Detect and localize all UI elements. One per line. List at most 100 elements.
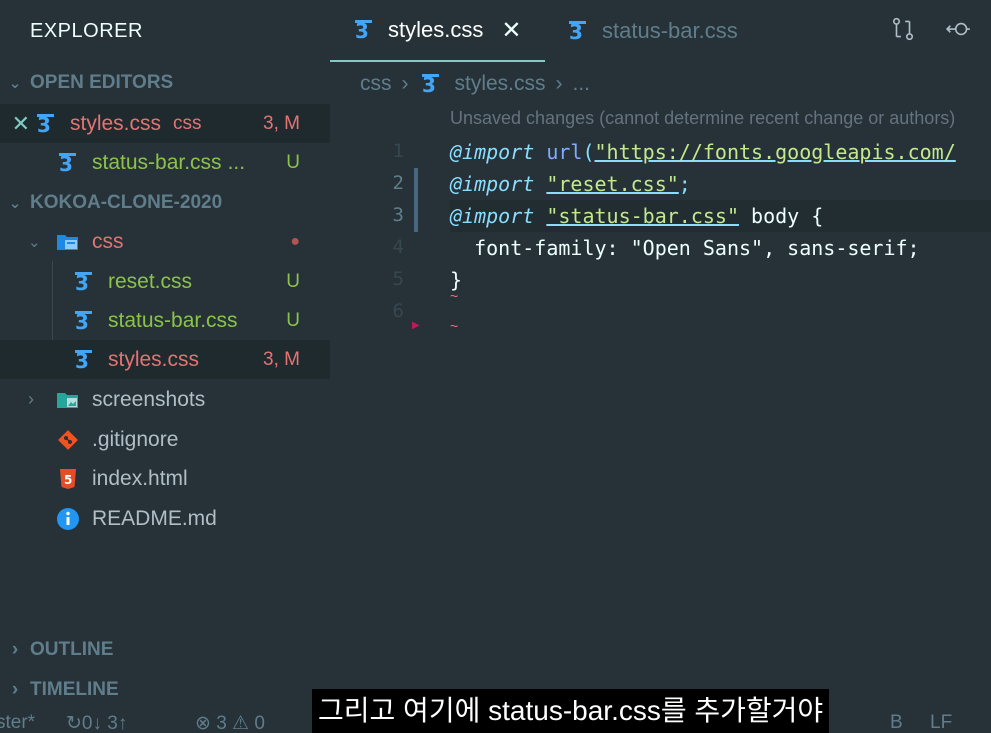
chevron-right-icon: › (11, 639, 19, 660)
file-name: README.md (92, 506, 217, 530)
file-styles-css[interactable]: 3 styles.css 3, M (0, 340, 330, 379)
git-status-badge: U (286, 309, 300, 331)
chevron-down-icon: ⌄ (28, 233, 41, 251)
folder-name: css (92, 229, 124, 253)
info-icon (56, 507, 80, 531)
css-file-icon: 3 (72, 309, 96, 334)
outline-header[interactable]: › OUTLINE (0, 634, 330, 666)
tab-styles-css[interactable]: 3 styles.css ✕ (330, 0, 545, 62)
chevron-right-icon: › (11, 679, 19, 700)
problems-count[interactable]: ⊗ 3 ⚠ 0 (195, 712, 265, 733)
line-number: 6 (392, 300, 404, 322)
code-punctuation: ; (678, 172, 691, 196)
breadcrumb-more[interactable]: ... (573, 72, 591, 96)
codelens-hint[interactable]: Unsaved changes (cannot determine recent… (450, 108, 955, 129)
line-number: 4 (392, 236, 404, 258)
close-icon[interactable]: ✕ (0, 111, 30, 137)
tab-label: status-bar.css (602, 18, 738, 43)
file-status-bar-css[interactable]: 3 status-bar.css U (0, 301, 330, 340)
chevron-down-icon: ⌄ (8, 75, 22, 92)
image-folder-icon (56, 388, 80, 412)
folder-name: screenshots (92, 387, 206, 411)
code-keyword: @import (450, 172, 535, 196)
code-string: "https://fonts.googleapis.com/ (594, 140, 956, 164)
line-number: 3 (392, 204, 404, 226)
file-index-html[interactable]: 5 index.html (0, 459, 330, 498)
timeline-back-icon[interactable] (944, 16, 974, 46)
folder-css[interactable]: ⌄ css ● (0, 222, 330, 261)
file-name: styles.css (108, 347, 200, 371)
git-branch[interactable]: ster* (0, 712, 35, 733)
line-ending[interactable]: LF (930, 712, 952, 733)
git-icon (56, 428, 80, 452)
code-punctuation: ( (582, 140, 595, 164)
code-text: body { (739, 204, 824, 228)
open-editor-styles[interactable]: ✕ 3 styles.css css 3, M (0, 104, 330, 143)
css-file-icon: 3 (419, 72, 443, 97)
code-keyword: @import (450, 140, 535, 164)
open-editor-filename: status-bar.css (92, 150, 222, 174)
timeline-label: TIMELINE (30, 679, 119, 700)
css-file-icon: 3 (72, 348, 96, 373)
file-gitignore[interactable]: .gitignore (0, 420, 330, 459)
html-file-icon: 5 (56, 467, 80, 491)
code-line-4: font-family: "Open Sans", sans-serif; (450, 236, 920, 260)
close-icon[interactable]: ✕ (501, 16, 521, 45)
compare-changes-icon[interactable] (888, 16, 918, 46)
code-keyword: @import (450, 204, 535, 228)
code-editor[interactable]: Unsaved changes (cannot determine recent… (330, 104, 991, 694)
open-editor-ellipsis: ... (227, 150, 246, 174)
open-editor-filename: styles.css (70, 111, 162, 135)
css-file-icon: 3 (56, 151, 80, 176)
chevron-right-icon: › (401, 72, 409, 95)
timeline-header[interactable]: › TIMELINE (0, 674, 330, 706)
git-status-badge: 3, M (263, 112, 300, 134)
fold-arrow-icon[interactable]: ▶ (412, 320, 420, 331)
file-name: status-bar.css (108, 308, 238, 332)
line-number: 2 (392, 172, 404, 194)
git-status-badge: 3, M (263, 348, 300, 370)
encoding[interactable]: B (890, 712, 903, 733)
breadcrumb: css › 3 styles.css › ... (360, 68, 590, 100)
project-label: KOKOA-CLONE-2020 (30, 192, 223, 213)
error-squiggle: ~ (450, 288, 459, 304)
open-editors-header[interactable]: ⌄ OPEN EDITORS (0, 67, 330, 99)
chevron-right-icon: › (28, 389, 34, 409)
file-readme[interactable]: README.md (0, 499, 330, 538)
error-squiggle: ~ (450, 318, 459, 334)
breadcrumb-folder[interactable]: css (360, 72, 392, 96)
open-editors-label: OPEN EDITORS (30, 72, 174, 93)
video-subtitle: 그리고 여기에 status-bar.css를 추가할거야 (312, 689, 830, 733)
code-string: "status-bar.css" (546, 204, 739, 228)
git-status-badge: U (286, 270, 300, 292)
code-line-1: @import url("https://fonts.googleapis.co… (450, 140, 956, 164)
css-file-icon: 3 (566, 19, 590, 44)
project-header[interactable]: ⌄ KOKOA-CLONE-2020 (0, 187, 330, 219)
svg-text:5: 5 (64, 473, 72, 487)
chevron-down-icon: ⌄ (8, 195, 22, 212)
file-name: index.html (92, 466, 188, 490)
breadcrumb-file[interactable]: styles.css (455, 72, 546, 96)
code-line-2: @import "reset.css"; (450, 172, 691, 196)
file-reset-css[interactable]: 3 reset.css U (0, 262, 330, 301)
chevron-right-icon: › (555, 72, 563, 95)
git-status-badge: U (286, 151, 300, 173)
sync-status[interactable]: ↻0↓ 3↑ (66, 712, 127, 733)
open-editor-status-bar[interactable]: 3 status-bar.css ... U (0, 143, 330, 182)
line-number: 1 (392, 140, 404, 162)
css-file-icon: 3 (72, 270, 96, 295)
folder-screenshots[interactable]: › screenshots (0, 380, 330, 419)
code-function: url (546, 140, 583, 164)
file-name: .gitignore (92, 427, 179, 451)
modified-dot-icon: ● (290, 232, 300, 250)
open-editor-lang: css (173, 112, 202, 134)
folder-open-icon (56, 230, 80, 254)
tab-status-bar-css[interactable]: 3 status-bar.css (566, 0, 738, 62)
line-number: 5 (392, 268, 404, 290)
code-text: font-family: "Open Sans", sans-serif; (450, 236, 920, 260)
css-file-icon: 3 (352, 18, 376, 43)
outline-label: OUTLINE (30, 639, 114, 660)
code-line-3: @import "status-bar.css" body { (450, 204, 823, 228)
editor-tab-bar: 3 styles.css ✕ 3 status-bar.css (330, 0, 991, 62)
css-file-icon: 3 (34, 112, 58, 137)
